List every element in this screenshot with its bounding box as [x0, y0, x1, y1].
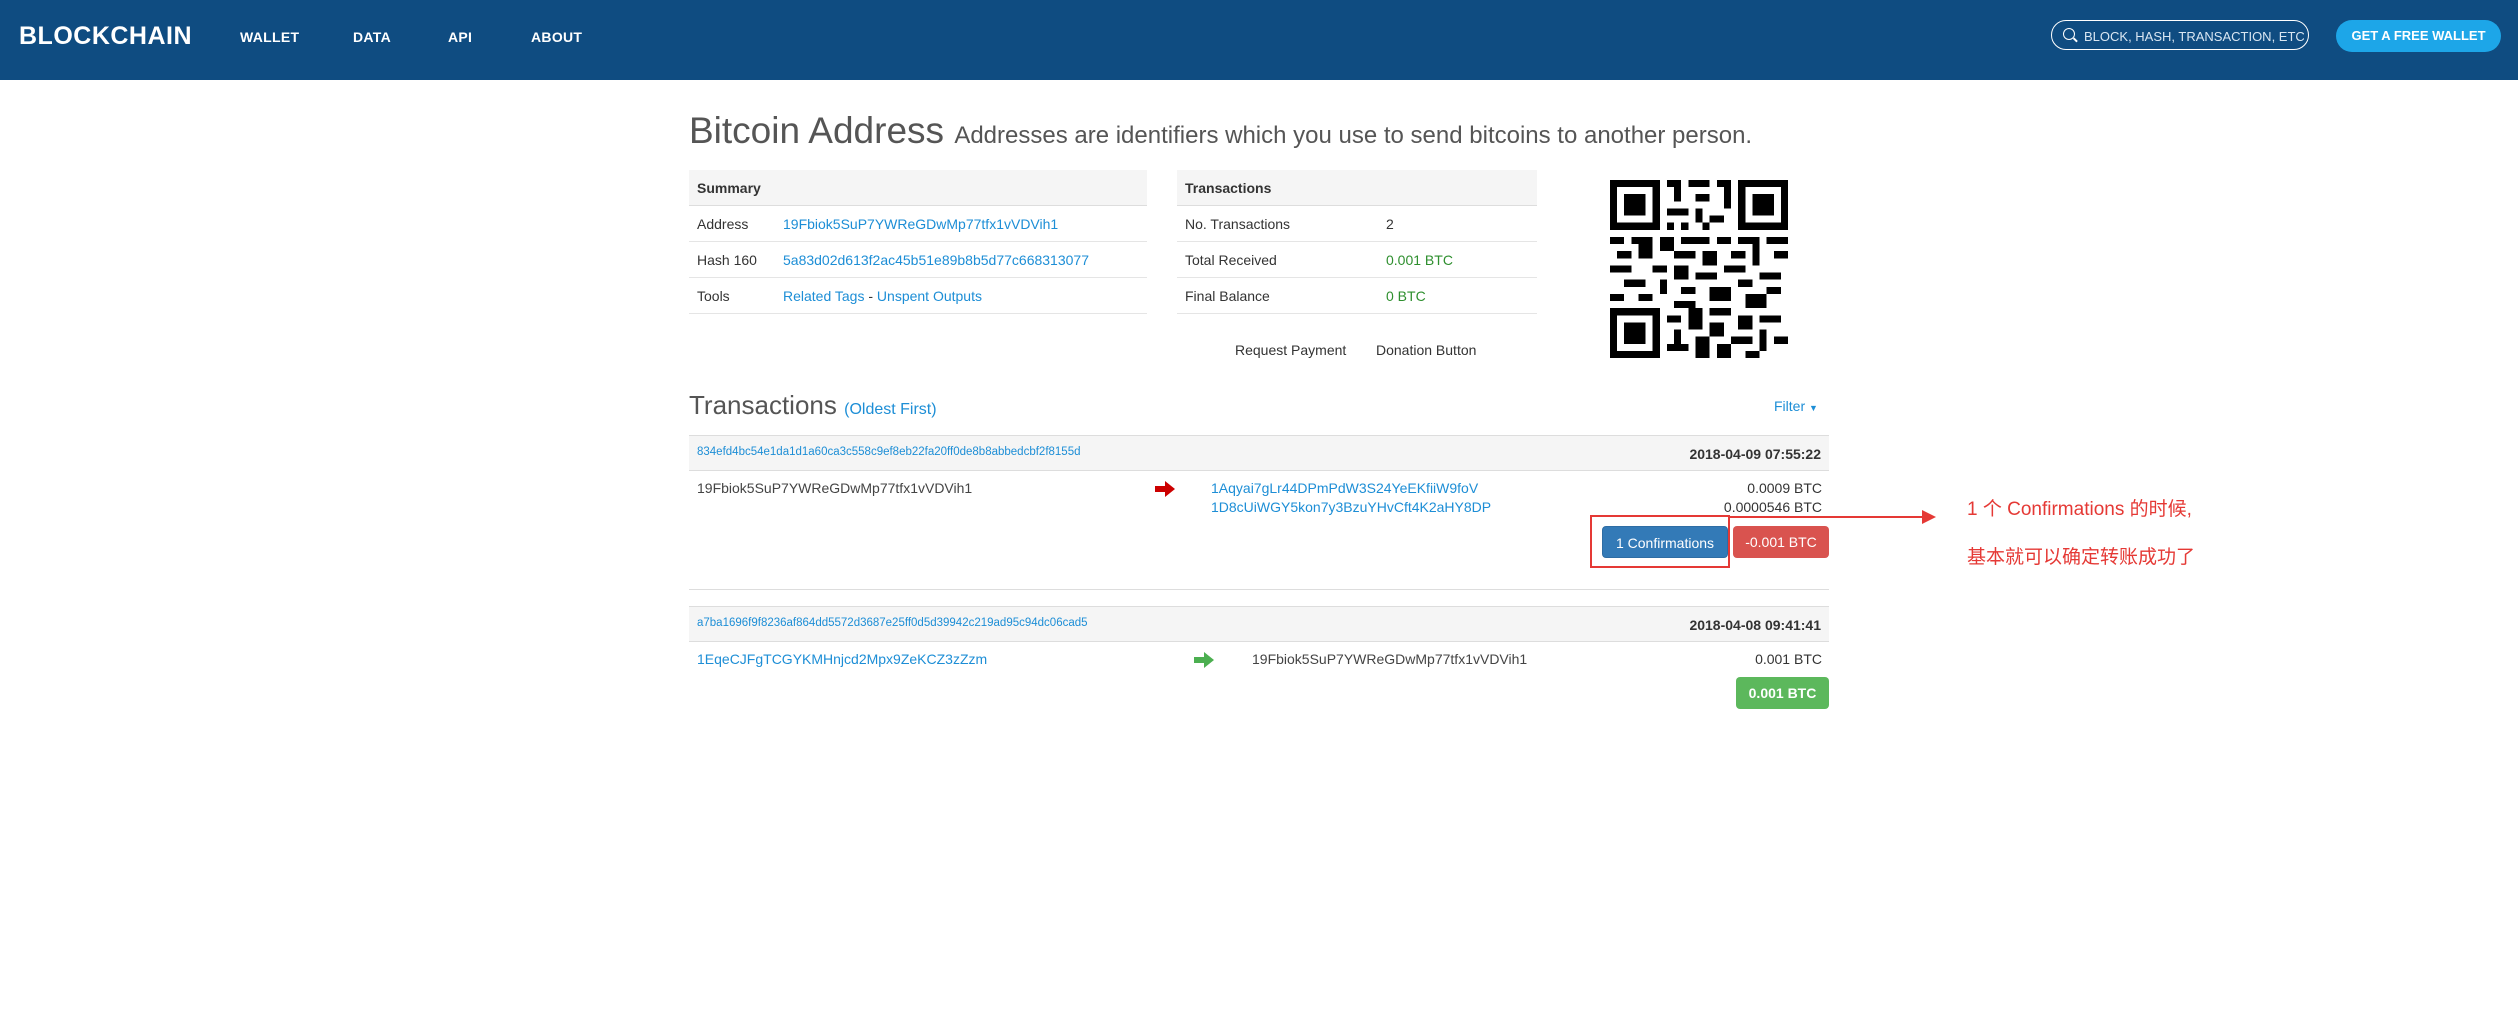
search-icon	[2063, 28, 2075, 40]
nav-about[interactable]: ABOUT	[531, 29, 582, 45]
address-link[interactable]: 19Fbiok5SuP7YWReGDwMp77tfx1vVDVih1	[783, 216, 1058, 232]
filter-label: Filter	[1774, 398, 1806, 414]
annotation-arrow-line	[1730, 516, 1922, 518]
tools-label: Tools	[689, 277, 775, 314]
no-transactions-value: 2	[1378, 205, 1537, 242]
search-box[interactable]	[2051, 20, 2309, 50]
transactions-title-text: Transactions	[689, 390, 837, 420]
blockchain-logo[interactable]: BLOCKCHAIN	[19, 22, 192, 51]
nav-api[interactable]: API	[448, 29, 472, 45]
table-row: Tools Related Tags - Unspent Outputs	[689, 277, 1147, 314]
hash160-link[interactable]: 5a83d02d613f2ac45b51e89b8b5d77c668313077	[783, 252, 1089, 268]
output-amount: 0.0000546 BTC	[1723, 499, 1822, 515]
search-input[interactable]	[2082, 25, 2306, 47]
final-balance-value: 0 BTC	[1378, 277, 1537, 314]
transaction-result-badge: -0.001 BTC	[1733, 526, 1829, 558]
oldest-first-link[interactable]: (Oldest First)	[844, 401, 936, 418]
annotation-highlight-box	[1590, 515, 1730, 568]
address-label: Address	[689, 205, 775, 242]
unspent-outputs-link[interactable]: Unspent Outputs	[877, 288, 982, 304]
qr-code-image	[1610, 180, 1788, 358]
table-row: No. Transactions 2	[1177, 205, 1537, 242]
annotation-text-line2: 基本就可以确定转账成功了	[1967, 547, 2196, 568]
transactions-summary-table: Transactions No. Transactions 2 Total Re…	[1177, 170, 1537, 314]
related-tags-link[interactable]: Related Tags	[783, 288, 864, 304]
summary-table: Summary Address 19Fbiok5SuP7YWReGDwMp77t…	[689, 170, 1147, 314]
annotation-arrow-head-icon	[1922, 510, 1936, 524]
transaction-amounts: 0.001 BTC	[1600, 651, 1822, 671]
transactions-summary-heading: Transactions	[1177, 170, 1537, 206]
transaction-time: 2018-04-09 07:55:22	[1689, 446, 1821, 462]
total-received-label: Total Received	[1177, 241, 1378, 278]
transaction-to-address-link[interactable]: 1D8cUiWGY5kon7y3BzuYHvCft4K2aHY8DP	[1211, 499, 1491, 515]
transaction-header: a7ba1696f9f8236af864dd5572d3687e25ff0d5d…	[689, 606, 1829, 642]
annotation-text-line1: 1 个 Confirmations 的时候,	[1967, 499, 2192, 520]
caret-down-icon: ▼	[1809, 403, 1818, 413]
transaction-divider	[689, 589, 1829, 590]
table-row: Hash 160 5a83d02d613f2ac45b51e89b8b5d77c…	[689, 241, 1147, 278]
transaction-time: 2018-04-08 09:41:41	[1689, 617, 1821, 633]
transaction-from-address-link[interactable]: 1EqeCJFgTCGYKMHnjcd2Mpx9ZeKCZ3zZzm	[697, 651, 987, 667]
page-title: Bitcoin Address Addresses are identifier…	[689, 110, 1752, 152]
tools-separator: -	[864, 287, 877, 304]
final-balance-label: Final Balance	[1177, 277, 1378, 314]
transaction-hash-link[interactable]: 834efd4bc54e1da1d1a60ca3c558c9ef8eb22fa2…	[697, 446, 1081, 458]
arrow-right-icon	[1194, 652, 1214, 668]
arrow-right-icon	[1155, 481, 1175, 497]
top-nav-bar: BLOCKCHAIN WALLET DATA API ABOUT GET A F…	[0, 0, 2518, 80]
transaction-result-badge: 0.001 BTC	[1736, 677, 1829, 709]
transaction-header: 834efd4bc54e1da1d1a60ca3c558c9ef8eb22fa2…	[689, 435, 1829, 471]
page-subtitle: Addresses are identifiers which you use …	[954, 122, 1753, 149]
hash160-label: Hash 160	[689, 241, 775, 278]
summary-heading: Summary	[689, 170, 1147, 206]
filter-dropdown[interactable]: Filter ▼	[1774, 398, 1818, 414]
page-title-text: Bitcoin Address	[689, 110, 945, 151]
total-received-value: 0.001 BTC	[1378, 241, 1537, 278]
nav-data[interactable]: DATA	[353, 29, 391, 45]
table-row: Total Received 0.001 BTC	[1177, 241, 1537, 278]
donation-button-link[interactable]: Donation Button	[1376, 342, 1476, 358]
transaction-to-address-link[interactable]: 1Aqyai7gLr44DPmPdW3S24YeEKfiiW9foV	[1211, 480, 1478, 496]
transactions-title: Transactions (Oldest First)	[689, 390, 937, 421]
transaction-hash-link[interactable]: a7ba1696f9f8236af864dd5572d3687e25ff0d5d…	[697, 617, 1088, 629]
nav-wallet[interactable]: WALLET	[240, 29, 299, 45]
request-payment-link[interactable]: Request Payment	[1235, 342, 1346, 358]
table-row: Address 19Fbiok5SuP7YWReGDwMp77tfx1vVDVi…	[689, 205, 1147, 242]
output-amount: 0.0009 BTC	[1747, 480, 1822, 496]
get-free-wallet-button[interactable]: GET A FREE WALLET	[2336, 20, 2501, 52]
transaction-from-address: 19Fbiok5SuP7YWReGDwMp77tfx1vVDVih1	[697, 480, 973, 496]
no-transactions-label: No. Transactions	[1177, 205, 1378, 242]
table-row: Final Balance 0 BTC	[1177, 277, 1537, 314]
transaction-amounts: 0.0009 BTC 0.0000546 BTC	[1600, 480, 1822, 520]
output-amount: 0.001 BTC	[1755, 651, 1822, 667]
transaction-to-address: 19Fbiok5SuP7YWReGDwMp77tfx1vVDVih1	[1252, 651, 1528, 667]
